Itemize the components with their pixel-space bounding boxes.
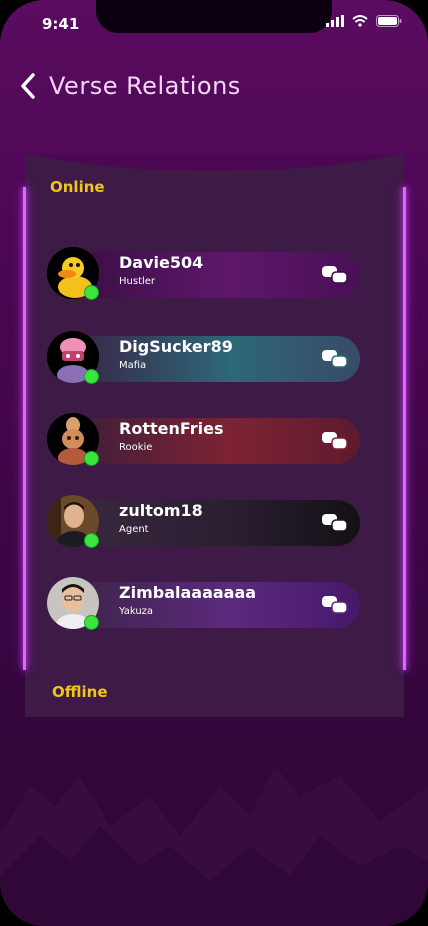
panel-glow-right — [403, 187, 406, 670]
panel-glow-left — [23, 187, 26, 670]
online-dot-icon — [84, 369, 99, 384]
panel-top-curve — [25, 155, 404, 171]
friend-name: DigSucker89 — [119, 337, 233, 356]
friend-rank: Hustler — [119, 276, 156, 287]
friend-rank: Agent — [119, 524, 149, 535]
chat-bubbles-icon[interactable] — [321, 264, 349, 286]
chat-bubbles-icon[interactable] — [321, 512, 349, 534]
friend-row[interactable]: Zimbalaaaaaaa Yakuza — [47, 577, 360, 630]
chat-bubbles-icon[interactable] — [321, 594, 349, 616]
wifi-icon — [352, 15, 368, 27]
page-title: Verse Relations — [49, 72, 241, 100]
back-button[interactable] — [18, 71, 40, 101]
friend-rank: Yakuza — [119, 606, 154, 617]
signal-icon — [326, 15, 344, 27]
friend-rank: Mafia — [119, 360, 147, 371]
friend-name: RottenFries — [119, 419, 224, 438]
friend-row[interactable]: Davie504 Hustler — [47, 247, 360, 300]
online-section-label: Online — [50, 178, 105, 196]
friend-row[interactable]: RottenFries Rookie — [47, 413, 360, 466]
friend-name: Davie504 — [119, 253, 204, 272]
battery-icon — [376, 15, 402, 27]
friend-pill — [72, 252, 360, 298]
status-time: 9:41 — [42, 15, 80, 33]
friend-row[interactable]: zultom18 Agent — [47, 495, 360, 548]
online-dot-icon — [84, 615, 99, 630]
chat-bubbles-icon[interactable] — [321, 348, 349, 370]
online-dot-icon — [84, 285, 99, 300]
friend-name: zultom18 — [119, 501, 203, 520]
friend-rank: Rookie — [119, 442, 153, 453]
online-dot-icon — [84, 533, 99, 548]
friend-pill — [72, 500, 360, 546]
status-icons — [326, 15, 402, 27]
friend-name: Zimbalaaaaaaa — [119, 583, 257, 602]
offline-section-label: Offline — [52, 683, 108, 701]
friend-row[interactable]: DigSucker89 Mafia — [47, 331, 360, 384]
online-dot-icon — [84, 451, 99, 466]
device-notch — [96, 0, 332, 33]
app-screen: 9:41 Verse Relations Online Davie504 Hus… — [0, 0, 428, 926]
mountains-background — [0, 766, 428, 926]
chat-bubbles-icon[interactable] — [321, 430, 349, 452]
